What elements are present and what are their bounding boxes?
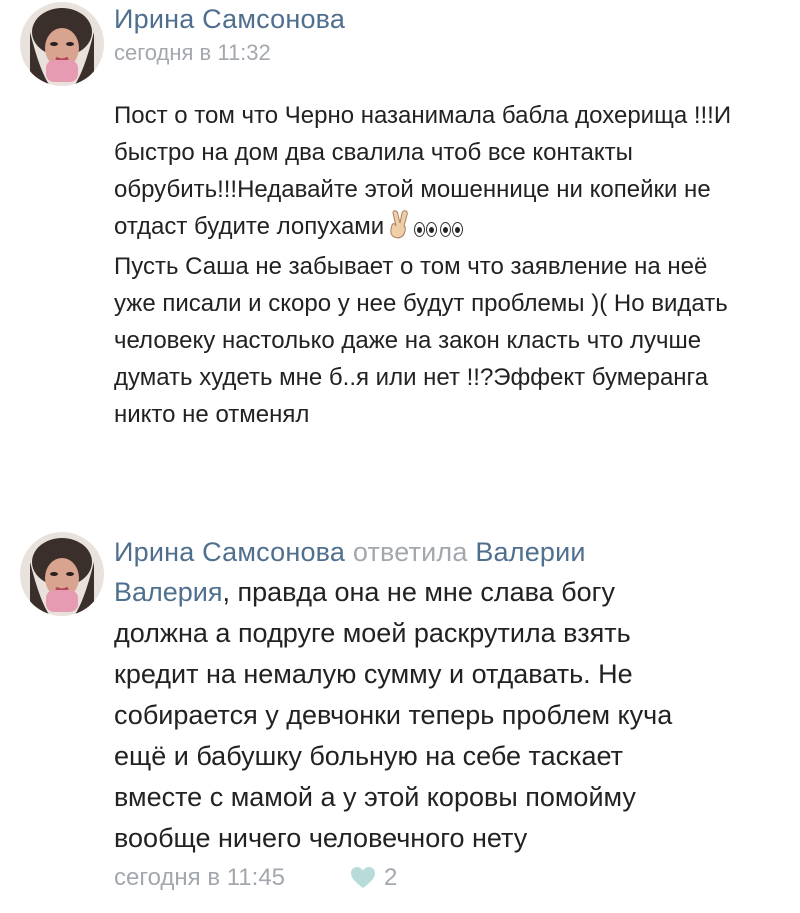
reply-header: Ирина Самсонова ответила Валерии xyxy=(114,537,586,568)
eyes-emoji xyxy=(440,211,464,248)
comment-text-body: , правда она не мне слава богу должна а … xyxy=(114,577,673,853)
like-button[interactable]: 2 xyxy=(350,864,397,892)
comment-timestamp: сегодня в 11:32 xyxy=(114,40,271,65)
comments-feed: Ирина Самсонова сегодня в 11:32 Пост о т… xyxy=(0,0,800,913)
victory-hand-emoji xyxy=(384,209,414,239)
heart-icon xyxy=(351,867,375,888)
eyes-emoji xyxy=(414,211,438,248)
comment-text: Валерия, правда она не мне слава богу до… xyxy=(114,572,714,859)
author-name[interactable]: Ирина Самсонова xyxy=(114,537,345,567)
mention-link[interactable]: Валерия xyxy=(114,577,223,607)
author-avatar[interactable] xyxy=(20,532,104,616)
reply-verb: ответила xyxy=(352,537,468,567)
comment-timestamp: сегодня в 11:45 xyxy=(114,864,286,891)
comment-text: Пост о том что Черно назанимала бабла до… xyxy=(114,97,754,433)
author-name[interactable]: Ирина Самсонова xyxy=(114,4,345,35)
comment-text-part2: Пусть Саша не забывает о том что заявлен… xyxy=(114,253,728,428)
like-count: 2 xyxy=(384,864,398,891)
author-avatar[interactable] xyxy=(20,2,104,86)
reply-to-link[interactable]: Валерии xyxy=(475,537,585,567)
